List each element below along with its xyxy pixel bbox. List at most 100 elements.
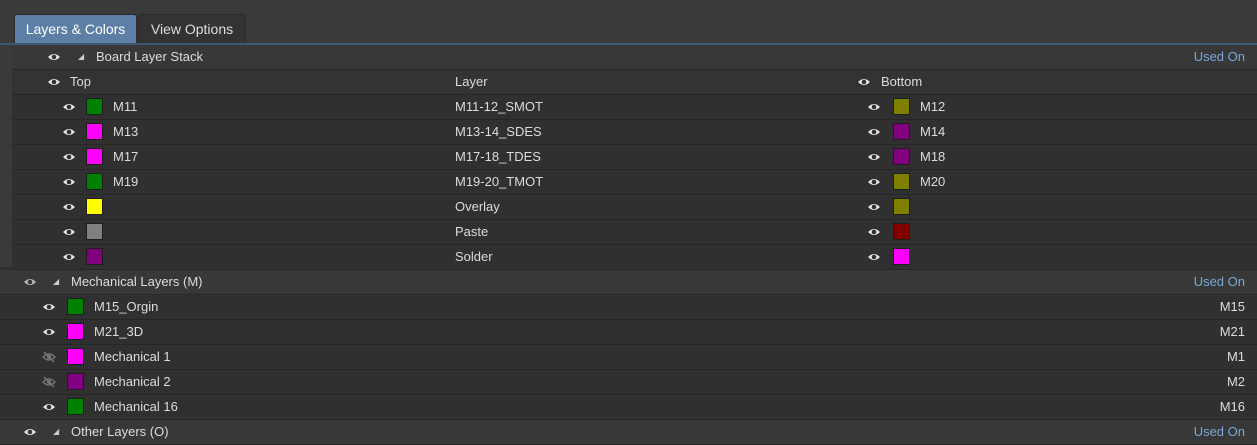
mechanical-row: Mechanical 2 M2 bbox=[0, 370, 1257, 395]
eye-icon[interactable] bbox=[62, 100, 76, 114]
eye-icon[interactable] bbox=[867, 250, 881, 264]
top-layer-name: M17 bbox=[113, 149, 139, 164]
bottom-color-swatch[interactable] bbox=[893, 98, 910, 115]
bottom-color-swatch[interactable] bbox=[893, 173, 910, 190]
tab-layers-colors[interactable]: Layers & Colors bbox=[14, 14, 137, 44]
mechanical-layer-code: M2 bbox=[1226, 374, 1245, 389]
eye-icon[interactable] bbox=[62, 125, 76, 139]
stack-row: Paste bbox=[12, 220, 1257, 245]
mechanical-layer-name: M21_3D bbox=[94, 324, 144, 339]
top-color-swatch[interactable] bbox=[86, 248, 103, 265]
eye-icon[interactable] bbox=[42, 325, 56, 339]
mechanical-layer-name: Mechanical 16 bbox=[94, 399, 178, 414]
top-color-swatch[interactable] bbox=[86, 148, 103, 165]
stack-row: M17 M17-18_TDES M18 bbox=[12, 145, 1257, 170]
top-layer-name: M11 bbox=[113, 99, 138, 114]
tab-view-options[interactable]: View Options bbox=[138, 14, 246, 44]
mechanical-color-swatch[interactable] bbox=[67, 323, 84, 340]
bottom-layer-name: M14 bbox=[920, 124, 946, 139]
bottom-color-swatch[interactable] bbox=[893, 248, 910, 265]
stack-row: M11 M11-12_SMOT M12 bbox=[12, 95, 1257, 120]
eye-icon[interactable] bbox=[62, 175, 76, 189]
stack-row: M19 M19-20_TMOT M20 bbox=[12, 170, 1257, 195]
top-color-swatch[interactable] bbox=[86, 98, 103, 115]
bottom-layer-name: M20 bbox=[920, 174, 946, 189]
tab-bar: Layers & Colors View Options bbox=[0, 0, 1257, 45]
stack-row: Overlay bbox=[12, 195, 1257, 220]
mechanical-color-swatch[interactable] bbox=[67, 348, 84, 365]
layer-pair-name: Paste bbox=[455, 224, 489, 239]
eye-off-icon[interactable] bbox=[42, 375, 56, 389]
mechanical-row: M21_3D M21 bbox=[0, 320, 1257, 345]
mechanical-color-swatch[interactable] bbox=[67, 298, 84, 315]
eye-icon[interactable] bbox=[867, 225, 881, 239]
bottom-color-swatch[interactable] bbox=[893, 148, 910, 165]
other-layers-title: Other Layers (O) bbox=[71, 424, 169, 439]
eye-icon[interactable] bbox=[867, 125, 881, 139]
mechanical-layers-header[interactable]: ◢ Mechanical Layers (M) Used On bbox=[0, 270, 1257, 295]
eye-icon[interactable] bbox=[23, 275, 37, 289]
eye-icon[interactable] bbox=[867, 200, 881, 214]
collapse-triangle-icon[interactable]: ◢ bbox=[53, 426, 63, 438]
mechanical-layer-name: Mechanical 1 bbox=[94, 349, 171, 364]
other-layers-header[interactable]: ◢ Other Layers (O) Used On bbox=[0, 420, 1257, 445]
mechanical-color-swatch[interactable] bbox=[67, 373, 84, 390]
bottom-layer-name: M12 bbox=[920, 99, 946, 114]
used-on-label[interactable]: Used On bbox=[1194, 420, 1245, 444]
eye-off-icon[interactable] bbox=[42, 350, 56, 364]
eye-icon[interactable] bbox=[62, 200, 76, 214]
board-layer-stack-title: Board Layer Stack bbox=[96, 49, 203, 64]
stack-row: Solder bbox=[12, 245, 1257, 270]
top-color-swatch[interactable] bbox=[86, 223, 103, 240]
eye-icon[interactable] bbox=[62, 150, 76, 164]
bottom-color-swatch[interactable] bbox=[893, 123, 910, 140]
used-on-label[interactable]: Used On bbox=[1194, 45, 1245, 69]
eye-icon[interactable] bbox=[47, 75, 61, 89]
board-layer-stack-header[interactable]: ◢ Board Layer Stack Used On bbox=[12, 45, 1257, 70]
eye-icon[interactable] bbox=[867, 100, 881, 114]
eye-icon[interactable] bbox=[62, 250, 76, 264]
eye-icon[interactable] bbox=[62, 225, 76, 239]
top-color-swatch[interactable] bbox=[86, 123, 103, 140]
top-color-swatch[interactable] bbox=[86, 173, 103, 190]
mechanical-layer-name: M15_Orgin bbox=[94, 299, 159, 314]
mechanical-layer-code: M21 bbox=[1219, 324, 1245, 339]
layer-pair-name: M17-18_TDES bbox=[455, 149, 541, 164]
eye-icon[interactable] bbox=[867, 175, 881, 189]
layers-panel: ◢ Board Layer Stack Used On Top Layer Bo… bbox=[0, 45, 1257, 445]
top-color-swatch[interactable] bbox=[86, 198, 103, 215]
used-on-label[interactable]: Used On bbox=[1194, 270, 1245, 294]
mechanical-layer-name: Mechanical 2 bbox=[94, 374, 171, 389]
bottom-column-header: Bottom bbox=[881, 74, 923, 89]
top-layer-name: M13 bbox=[113, 124, 139, 139]
layer-column-header: Layer bbox=[455, 74, 488, 89]
column-header-row: Top Layer Bottom bbox=[12, 70, 1257, 95]
mechanical-row: Mechanical 1 M1 bbox=[0, 345, 1257, 370]
layer-pair-name: Overlay bbox=[455, 199, 500, 214]
bottom-color-swatch[interactable] bbox=[893, 223, 910, 240]
eye-icon[interactable] bbox=[42, 300, 56, 314]
eye-icon[interactable] bbox=[857, 75, 871, 89]
bottom-color-swatch[interactable] bbox=[893, 198, 910, 215]
eye-icon[interactable] bbox=[42, 400, 56, 414]
layer-pair-name: M11-12_SMOT bbox=[455, 99, 543, 114]
collapse-triangle-icon[interactable]: ◢ bbox=[78, 51, 88, 63]
top-layer-name: M19 bbox=[113, 174, 139, 189]
eye-icon[interactable] bbox=[47, 50, 61, 64]
mechanical-layer-code: M1 bbox=[1226, 349, 1245, 364]
mechanical-row: M15_Orgin M15 bbox=[0, 295, 1257, 320]
layer-pair-name: M19-20_TMOT bbox=[455, 174, 544, 189]
layer-pair-name: M13-14_SDES bbox=[455, 124, 542, 139]
mechanical-layer-code: M15 bbox=[1219, 299, 1245, 314]
stack-row: M13 M13-14_SDES M14 bbox=[12, 120, 1257, 145]
stack-indent-gutter bbox=[0, 45, 12, 267]
eye-icon[interactable] bbox=[867, 150, 881, 164]
bottom-layer-name: M18 bbox=[920, 149, 946, 164]
top-column-header: Top bbox=[70, 74, 91, 89]
mechanical-layers-title: Mechanical Layers (M) bbox=[71, 274, 203, 289]
mechanical-color-swatch[interactable] bbox=[67, 398, 84, 415]
layer-pair-name: Solder bbox=[455, 249, 493, 264]
mechanical-layer-code: M16 bbox=[1219, 399, 1245, 414]
mechanical-row: Mechanical 16 M16 bbox=[0, 395, 1257, 420]
collapse-triangle-icon[interactable]: ◢ bbox=[53, 276, 63, 288]
